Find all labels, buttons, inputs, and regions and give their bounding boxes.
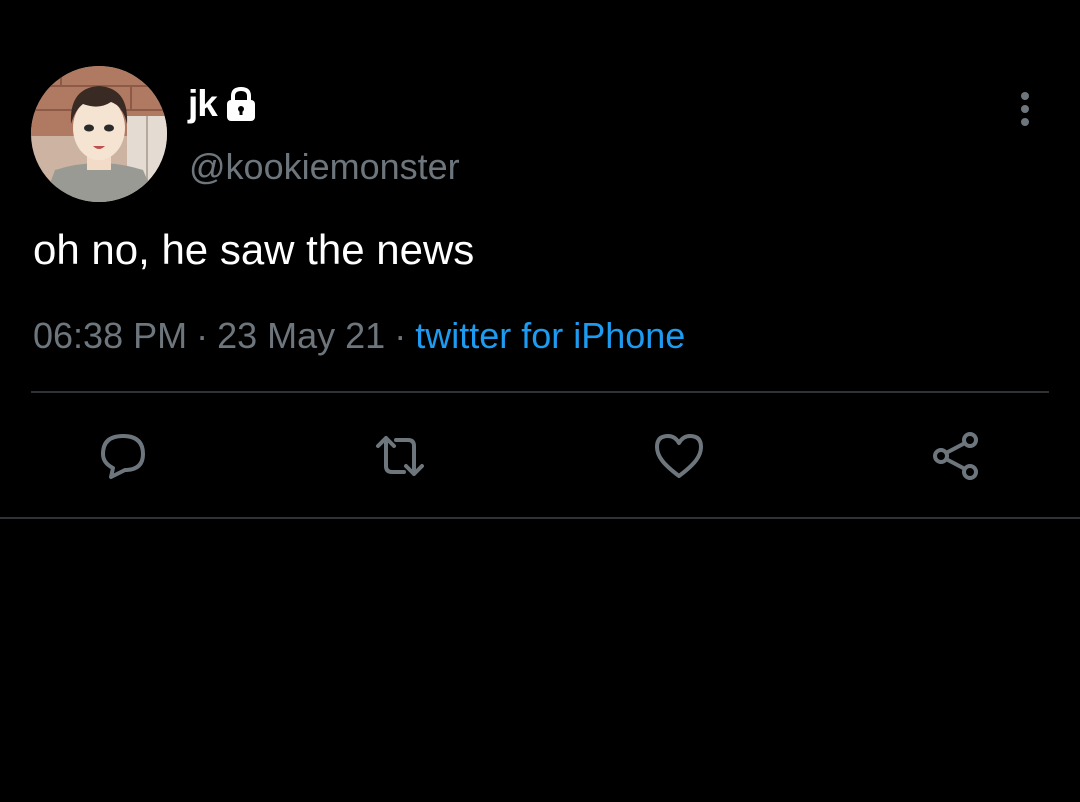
share-nodes-icon xyxy=(933,432,978,480)
tweet-date: 23 May 21 xyxy=(217,315,386,356)
divider xyxy=(0,517,1080,519)
heart-icon xyxy=(655,434,703,478)
meta-separator: · xyxy=(394,315,407,356)
display-name[interactable]: jk xyxy=(188,83,218,125)
tweet-text: oh no, he saw the news xyxy=(33,226,475,273)
meta-separator: · xyxy=(196,315,209,356)
more-options-icon[interactable] xyxy=(1010,90,1040,130)
display-name-row[interactable]: jk xyxy=(188,82,261,126)
avatar-image xyxy=(31,66,167,202)
like-button[interactable] xyxy=(653,430,705,482)
user-handle[interactable]: @kookiemonster xyxy=(189,146,460,188)
divider xyxy=(31,391,1049,393)
tweet-source-link[interactable]: twitter for iPhone xyxy=(415,315,685,356)
reply-button[interactable] xyxy=(97,430,149,482)
avatar[interactable] xyxy=(31,66,167,202)
tweet-time: 06:38 PM xyxy=(33,315,188,356)
tweet-meta: 06:38 PM · 23 May 21 · twitter for iPhone xyxy=(33,315,685,357)
lock-icon xyxy=(221,84,261,124)
tweet-detail: jk @kookiemonster oh no, he saw the news… xyxy=(0,0,1080,802)
share-button[interactable] xyxy=(930,430,982,482)
retweet-arrows-icon xyxy=(376,436,424,476)
retweet-button[interactable] xyxy=(374,430,426,482)
speech-bubble-icon xyxy=(101,434,145,479)
